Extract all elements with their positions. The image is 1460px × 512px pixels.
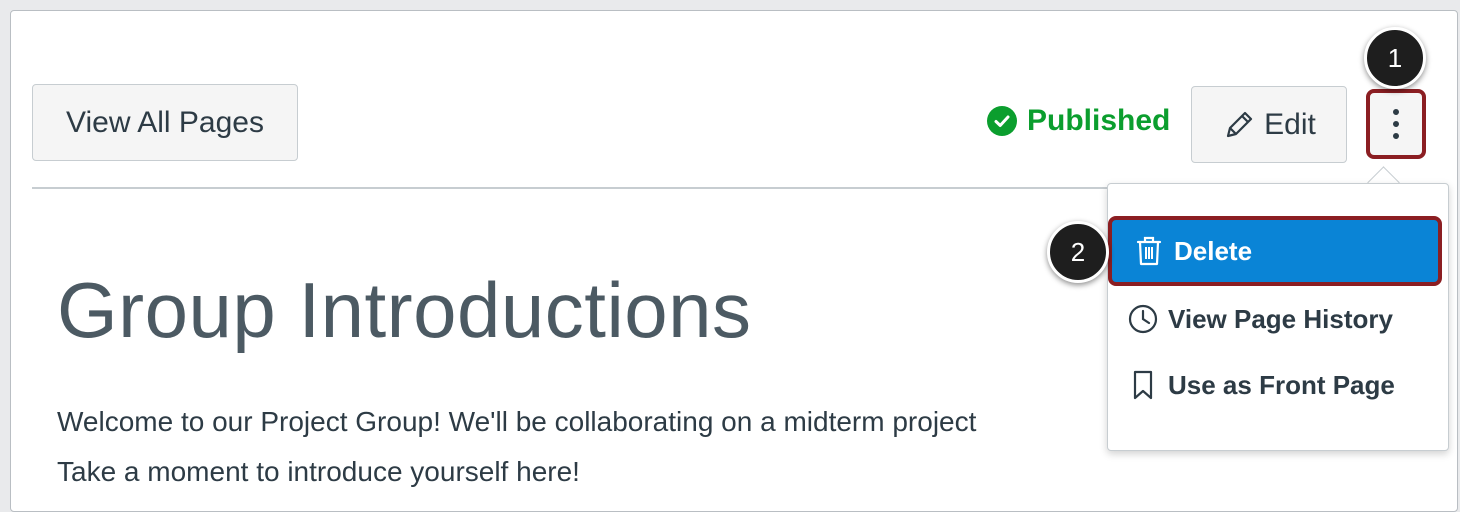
body-line-2: Take a moment to introduce yourself here… (57, 456, 580, 487)
published-status[interactable]: Published (987, 104, 1170, 138)
menu-item-label: Use as Front Page (1168, 369, 1395, 400)
menu-item-delete[interactable]: Delete (1108, 216, 1442, 286)
kebab-icon (1393, 109, 1399, 139)
edit-button[interactable]: Edit (1191, 86, 1347, 163)
page-frame: View All Pages Published Edit 1 Group In… (10, 10, 1458, 512)
menu-item-use-as-front-page[interactable]: Use as Front Page (1126, 368, 1395, 402)
body-line-1: Welcome to our Project Group! We'll be c… (57, 406, 977, 437)
callout-badge-2: 2 (1047, 221, 1109, 283)
more-options-button[interactable] (1366, 89, 1426, 159)
bookmark-icon (1126, 368, 1160, 402)
page-title: Group Introductions (57, 266, 752, 354)
page-body: Welcome to our Project Group! We'll be c… (57, 397, 976, 497)
trash-icon (1132, 234, 1166, 268)
view-all-pages-button[interactable]: View All Pages (32, 84, 298, 161)
edit-label: Edit (1264, 107, 1316, 141)
pencil-icon (1222, 108, 1256, 142)
menu-item-label: Delete (1174, 235, 1253, 266)
menu-item-view-page-history[interactable]: View Page History (1126, 302, 1393, 336)
check-circle-icon (987, 106, 1017, 136)
clock-icon (1126, 302, 1160, 336)
published-label: Published (1027, 104, 1171, 137)
view-all-pages-label: View All Pages (66, 105, 264, 139)
callout-badge-1: 1 (1364, 27, 1426, 89)
menu-item-label: View Page History (1168, 303, 1393, 334)
